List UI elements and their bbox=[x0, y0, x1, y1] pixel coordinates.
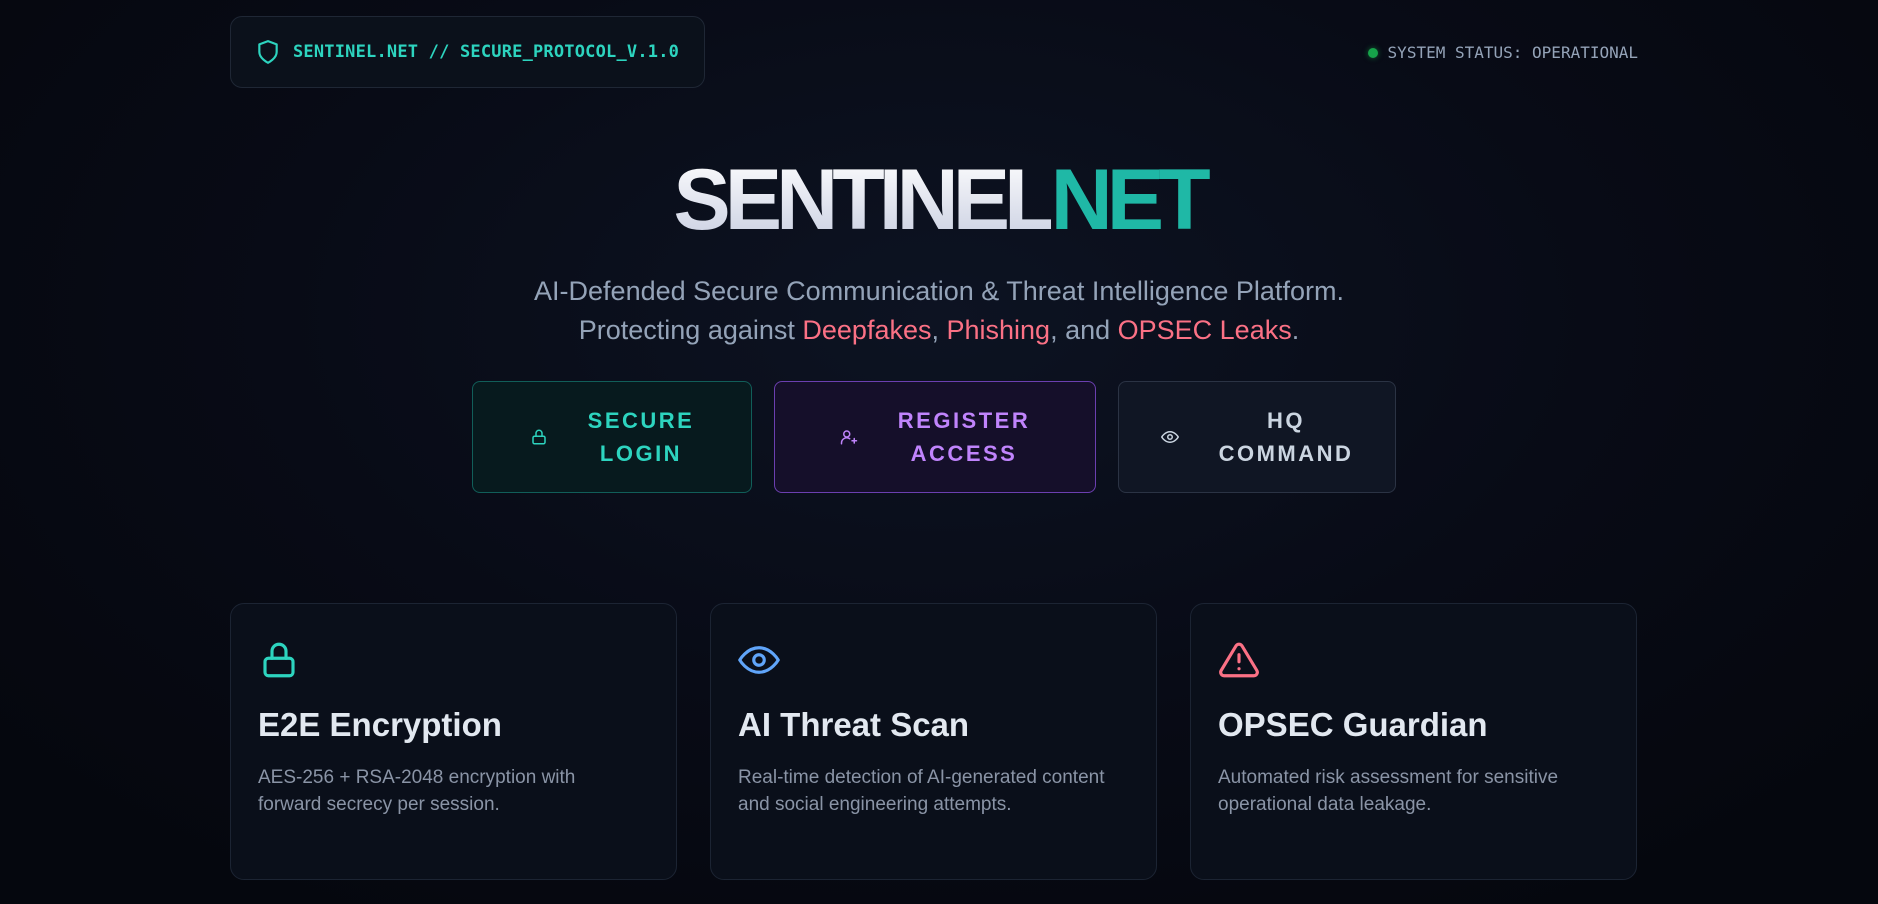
secure-login-label: SECURE LOGIN bbox=[588, 404, 695, 470]
hero-title-part2: NET bbox=[1050, 152, 1211, 248]
register-access-label: REGISTER ACCESS bbox=[898, 404, 1030, 470]
status-text: SYSTEM STATUS: OPERATIONAL bbox=[1387, 43, 1638, 62]
secure-login-button[interactable]: SECURE LOGIN bbox=[472, 381, 752, 493]
hq-command-line-1: HQ bbox=[1266, 408, 1305, 433]
status-dot-icon bbox=[1367, 47, 1378, 58]
lock-icon bbox=[530, 428, 548, 446]
hq-command-label: HQ COMMAND bbox=[1219, 404, 1354, 470]
separator-2: , and bbox=[1050, 315, 1118, 345]
secure-login-line-2: LOGIN bbox=[599, 441, 683, 466]
feature-card-threat-scan: AI Threat Scan Real-time detection of AI… bbox=[710, 603, 1157, 880]
lock-icon bbox=[258, 639, 300, 681]
subtitle-prefix: Protecting against bbox=[578, 315, 803, 345]
register-access-button[interactable]: REGISTER ACCESS bbox=[774, 381, 1096, 493]
subtitle-end: . bbox=[1291, 315, 1300, 345]
system-status: SYSTEM STATUS: OPERATIONAL bbox=[1367, 43, 1638, 62]
threat-opsec-leaks: OPSEC Leaks bbox=[1117, 315, 1292, 345]
separator-1: , bbox=[931, 315, 947, 345]
alert-triangle-icon bbox=[1218, 639, 1260, 681]
register-access-line-2: ACCESS bbox=[910, 441, 1018, 466]
secure-login-line-1: SECURE bbox=[587, 408, 695, 433]
register-access-line-1: REGISTER bbox=[897, 408, 1031, 433]
shield-icon bbox=[255, 39, 281, 65]
eye-icon bbox=[738, 639, 780, 681]
hq-command-line-2: COMMAND bbox=[1218, 441, 1354, 466]
feature-card-encryption: E2E Encryption AES-256 + RSA-2048 encryp… bbox=[230, 603, 677, 880]
user-plus-icon bbox=[840, 428, 858, 446]
feature-title: E2E Encryption bbox=[258, 706, 502, 743]
feature-description: Automated risk assessment for sensitive … bbox=[1218, 767, 1559, 815]
feature-title: AI Threat Scan bbox=[738, 706, 970, 743]
hq-command-button[interactable]: HQ COMMAND bbox=[1118, 381, 1396, 493]
feature-description: Real-time detection of AI-generated cont… bbox=[738, 767, 1105, 815]
feature-description: AES-256 + RSA-2048 encryption with forwa… bbox=[258, 767, 576, 815]
feature-card-opsec: OPSEC Guardian Automated risk assessment… bbox=[1190, 603, 1637, 880]
hero-title: SENTINELNET bbox=[0, 150, 1878, 250]
subtitle-line-1: AI-Defended Secure Communication & Threa… bbox=[534, 276, 1344, 306]
landing-page: SENTINEL.NET // SECURE_PROTOCOL_V.1.0 SY… bbox=[0, 0, 1878, 904]
subtitle-line-2: Protecting against Deepfakes, Phishing, … bbox=[0, 311, 1878, 350]
brand-label: SENTINEL.NET // SECURE_PROTOCOL_V.1.0 bbox=[293, 42, 680, 62]
threat-phishing: Phishing bbox=[946, 315, 1051, 345]
hero-title-part1: SENTINEL bbox=[673, 152, 1056, 248]
eye-icon bbox=[1160, 428, 1179, 446]
threat-deepfakes: Deepfakes bbox=[802, 315, 932, 345]
feature-title: OPSEC Guardian bbox=[1218, 706, 1488, 743]
hero-subtitle: AI-Defended Secure Communication & Threa… bbox=[0, 272, 1878, 350]
brand-badge[interactable]: SENTINEL.NET // SECURE_PROTOCOL_V.1.0 bbox=[230, 16, 705, 88]
